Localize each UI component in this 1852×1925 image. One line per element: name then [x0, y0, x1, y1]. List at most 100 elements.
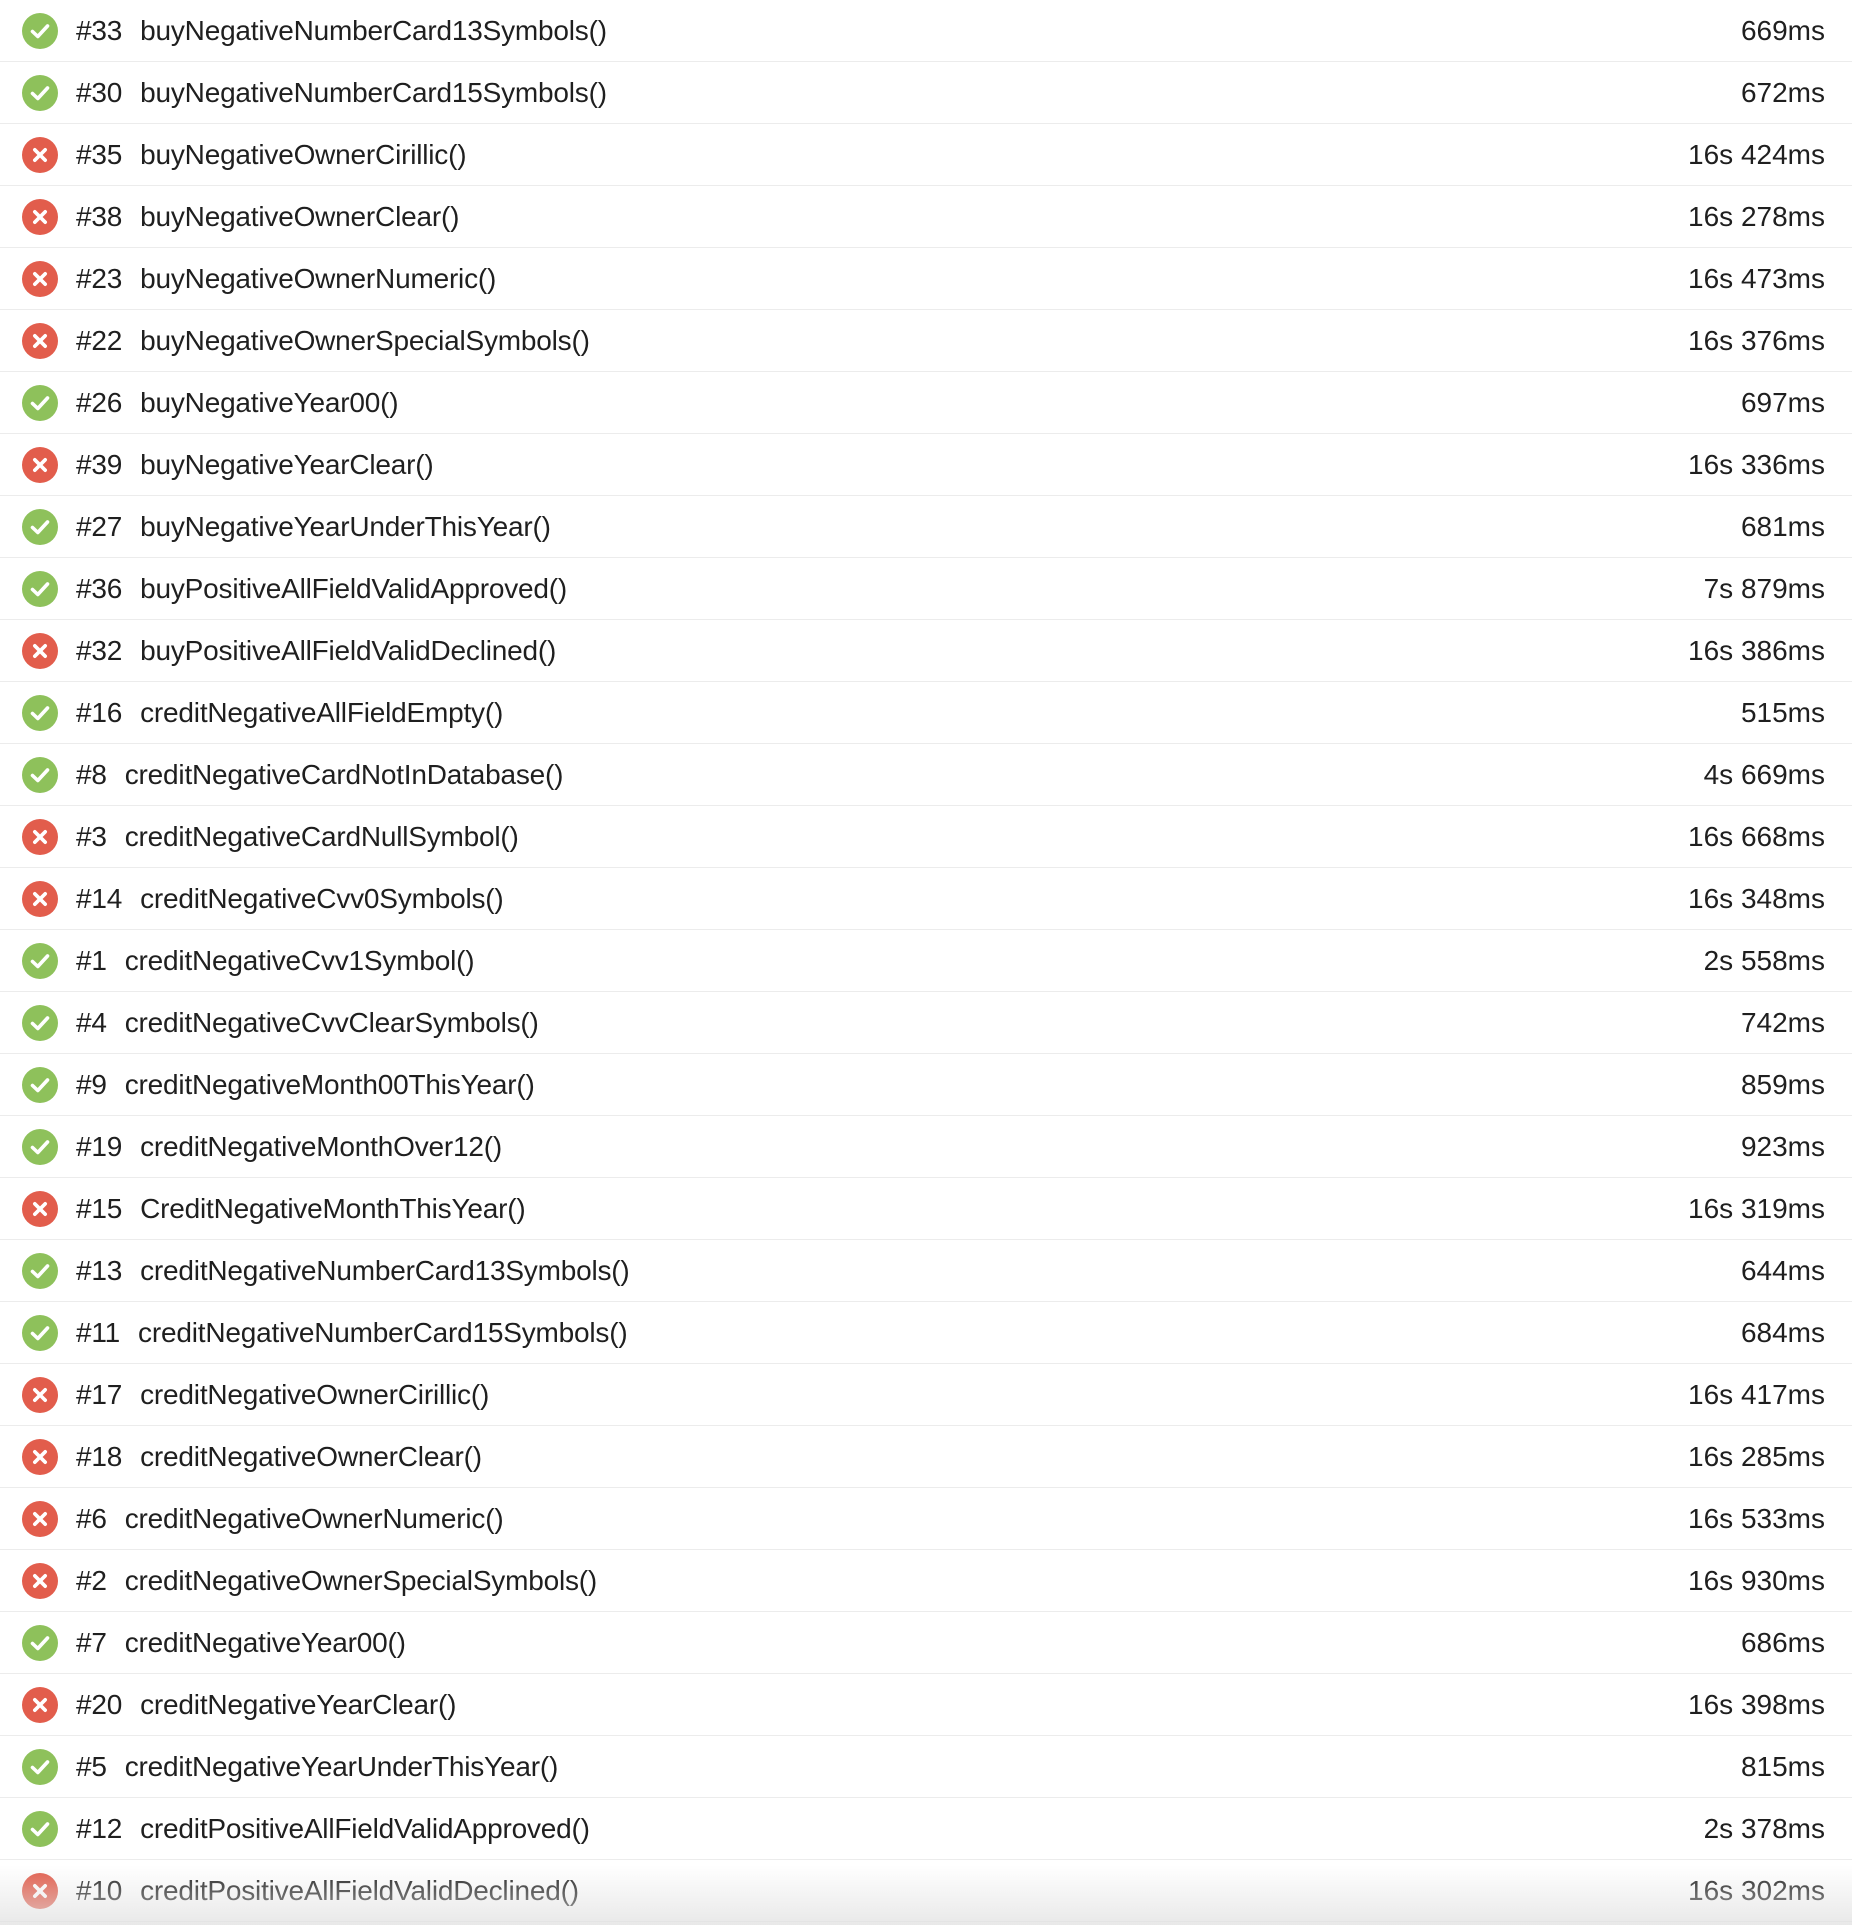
cross-circle-icon [22, 260, 58, 297]
test-row-passed[interactable]: #12 creditPositiveAllFieldValidApproved()… [0, 1798, 1852, 1860]
check-circle-icon [22, 1810, 58, 1847]
test-row-failed[interactable]: #20 creditNegativeYearClear() 16s 398ms [0, 1674, 1852, 1736]
test-number: #14 [76, 883, 123, 914]
test-row-passed[interactable]: #7 creditNegativeYear00() 686ms [0, 1612, 1852, 1674]
test-number: #2 [76, 1565, 107, 1596]
test-label: #4 creditNegativeCvvClearSymbols() [76, 992, 539, 1053]
test-name: creditNegativeOwnerCirillic() [140, 1379, 490, 1410]
check-circle-icon [22, 1748, 58, 1785]
test-label: #27 buyNegativeYearUnderThisYear() [76, 496, 551, 557]
test-row-passed[interactable]: #16 creditNegativeAllFieldEmpty() 515ms [0, 682, 1852, 744]
test-label: #38 buyNegativeOwnerClear() [76, 186, 459, 247]
check-circle-icon [22, 1252, 58, 1289]
test-row-failed[interactable]: #18 creditNegativeOwnerClear() 16s 285ms [0, 1426, 1852, 1488]
test-duration: 16s 398ms [1688, 1689, 1825, 1720]
test-row-passed[interactable]: #30 buyNegativeNumberCard15Symbols() 672m… [0, 62, 1852, 124]
test-name: buyNegativeYear00() [140, 387, 399, 418]
test-name: buyNegativeYearUnderThisYear() [140, 511, 551, 542]
test-name: buyNegativeYearClear() [140, 449, 434, 480]
test-number: #11 [76, 1317, 121, 1348]
test-row-failed[interactable]: #14 creditNegativeCvv0Symbols() 16s 348ms [0, 868, 1852, 930]
test-name: creditNegativeAllFieldEmpty() [140, 697, 504, 728]
test-duration: 686ms [1740, 1627, 1825, 1658]
test-name: buyNegativeOwnerNumeric() [140, 263, 497, 294]
test-duration: 515ms [1740, 697, 1825, 728]
test-row-failed[interactable]: #6 creditNegativeOwnerNumeric() 16s 533ms [0, 1488, 1852, 1550]
test-label: #2 creditNegativeOwnerSpecialSymbols() [76, 1550, 597, 1611]
test-duration: 684ms [1740, 1317, 1825, 1348]
test-name: buyNegativeOwnerCirillic() [140, 139, 467, 170]
test-label: #1 creditNegativeCvv1Symbol() [76, 930, 475, 991]
test-row-failed[interactable]: #22 buyNegativeOwnerSpecialSymbols() 16s … [0, 310, 1852, 372]
test-label: #16 creditNegativeAllFieldEmpty() [76, 682, 503, 743]
test-row-failed[interactable]: #38 buyNegativeOwnerClear() 16s 278ms [0, 186, 1852, 248]
test-duration: 16s 285ms [1688, 1441, 1825, 1472]
test-name: buyPositiveAllFieldValidApproved() [140, 573, 568, 604]
cross-circle-icon [22, 1686, 58, 1723]
test-results-list: #33 buyNegativeNumberCard13Symbols() 669m… [0, 0, 1852, 1922]
test-number: #12 [76, 1813, 123, 1844]
test-duration: 7s 879ms [1703, 573, 1825, 604]
test-duration: 681ms [1740, 511, 1825, 542]
test-row-passed[interactable]: #9 creditNegativeMonth00ThisYear() 859ms [0, 1054, 1852, 1116]
test-row-failed[interactable]: #32 buyPositiveAllFieldValidDeclined() 16… [0, 620, 1852, 682]
test-number: #4 [76, 1007, 107, 1038]
test-number: #26 [76, 387, 123, 418]
test-duration: 815ms [1740, 1751, 1825, 1782]
test-name: creditNegativeCardNullSymbol() [124, 821, 519, 852]
cross-circle-icon [22, 136, 58, 173]
test-label: #15 CreditNegativeMonthThisYear() [76, 1178, 526, 1239]
test-name: creditNegativeMonth00ThisYear() [124, 1069, 535, 1100]
test-row-passed[interactable]: #26 buyNegativeYear00() 697ms [0, 372, 1852, 434]
cross-circle-icon [22, 322, 58, 359]
test-row-passed[interactable]: #11 creditNegativeNumberCard15Symbols() 6… [0, 1302, 1852, 1364]
check-circle-icon [22, 942, 58, 979]
test-number: #18 [76, 1441, 123, 1472]
test-row-failed[interactable]: #15 CreditNegativeMonthThisYear() 16s 319… [0, 1178, 1852, 1240]
test-number: #22 [76, 325, 123, 356]
test-name: creditNegativeYear00() [124, 1627, 406, 1658]
test-number: #33 [76, 15, 123, 46]
test-duration: 16s 319ms [1688, 1193, 1825, 1224]
test-row-passed[interactable]: #1 creditNegativeCvv1Symbol() 2s 558ms [0, 930, 1852, 992]
test-label: #35 buyNegativeOwnerCirillic() [76, 124, 467, 185]
test-row-passed[interactable]: #36 buyPositiveAllFieldValidApproved() 7s… [0, 558, 1852, 620]
test-row-failed[interactable]: #10 creditPositiveAllFieldValidDeclined()… [0, 1860, 1852, 1922]
test-row-passed[interactable]: #19 creditNegativeMonthOver12() 923ms [0, 1116, 1852, 1178]
cross-circle-icon [22, 632, 58, 669]
test-name: creditNegativeNumberCard13Symbols() [140, 1255, 630, 1286]
check-circle-icon [22, 1624, 58, 1661]
test-name: buyNegativeNumberCard13Symbols() [140, 15, 607, 46]
test-row-passed[interactable]: #33 buyNegativeNumberCard13Symbols() 669m… [0, 0, 1852, 62]
test-row-failed[interactable]: #17 creditNegativeOwnerCirillic() 16s 417… [0, 1364, 1852, 1426]
test-label: #17 creditNegativeOwnerCirillic() [76, 1364, 489, 1425]
test-number: #5 [76, 1751, 107, 1782]
test-label: #3 creditNegativeCardNullSymbol() [76, 806, 519, 867]
test-row-failed[interactable]: #3 creditNegativeCardNullSymbol() 16s 668… [0, 806, 1852, 868]
test-row-failed[interactable]: #23 buyNegativeOwnerNumeric() 16s 473ms [0, 248, 1852, 310]
test-duration: 16s 533ms [1688, 1503, 1825, 1534]
test-row-passed[interactable]: #5 creditNegativeYearUnderThisYear() 815m… [0, 1736, 1852, 1798]
test-label: #8 creditNegativeCardNotInDatabase() [76, 744, 563, 805]
test-row-failed[interactable]: #35 buyNegativeOwnerCirillic() 16s 424ms [0, 124, 1852, 186]
test-duration: 859ms [1740, 1069, 1825, 1100]
test-row-passed[interactable]: #27 buyNegativeYearUnderThisYear() 681ms [0, 496, 1852, 558]
test-label: #11 creditNegativeNumberCard15Symbols() [76, 1302, 628, 1363]
test-duration: 16s 376ms [1688, 325, 1825, 356]
test-name: creditNegativeCvv0Symbols() [140, 883, 504, 914]
test-duration: 16s 302ms [1688, 1875, 1825, 1906]
test-row-passed[interactable]: #8 creditNegativeCardNotInDatabase() 4s 6… [0, 744, 1852, 806]
cross-circle-icon [22, 1190, 58, 1227]
test-row-passed[interactable]: #4 creditNegativeCvvClearSymbols() 742ms [0, 992, 1852, 1054]
test-row-failed[interactable]: #2 creditNegativeOwnerSpecialSymbols() 16… [0, 1550, 1852, 1612]
test-number: #36 [76, 573, 123, 604]
test-duration: 697ms [1740, 387, 1825, 418]
test-label: #23 buyNegativeOwnerNumeric() [76, 248, 496, 309]
test-number: #10 [76, 1875, 123, 1906]
cross-circle-icon [22, 1872, 58, 1909]
test-row-failed[interactable]: #39 buyNegativeYearClear() 16s 336ms [0, 434, 1852, 496]
cross-circle-icon [22, 446, 58, 483]
test-row-passed[interactable]: #13 creditNegativeNumberCard13Symbols() 6… [0, 1240, 1852, 1302]
check-circle-icon [22, 1066, 58, 1103]
test-duration: 16s 668ms [1688, 821, 1825, 852]
